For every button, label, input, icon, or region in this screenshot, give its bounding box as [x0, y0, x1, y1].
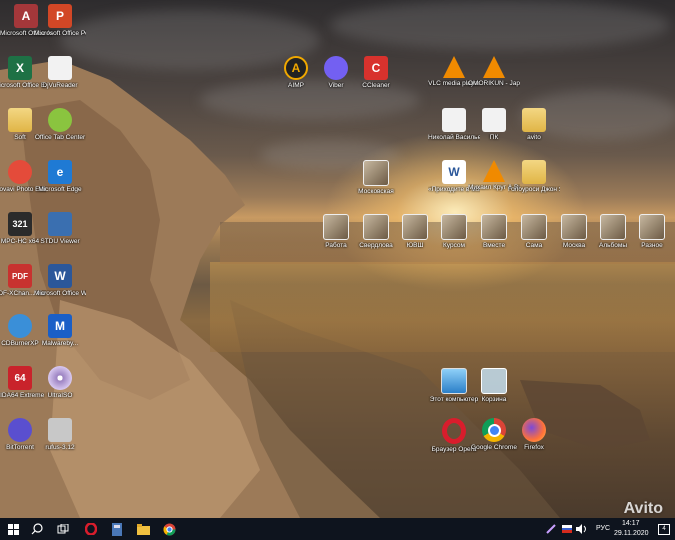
usb-icon: [48, 418, 72, 442]
desktop-icon[interactable]: Голоуроси Джон Ябл...: [508, 160, 560, 194]
mpc-icon: 321: [8, 212, 32, 236]
aimp-icon: A: [284, 56, 308, 80]
desktop-icon[interactable]: Office Tab Center: [34, 108, 86, 142]
desktop-icon[interactable]: Firefox: [508, 418, 560, 452]
document-icon: [482, 108, 506, 132]
photo-folder-icon: [600, 214, 626, 240]
cd-icon: [8, 314, 32, 338]
recycle-bin-icon: [481, 368, 507, 394]
viber-icon: [324, 56, 348, 80]
volume-icon[interactable]: [570, 518, 592, 540]
desktop-icon[interactable]: Корзина: [468, 368, 520, 404]
document-icon: [442, 108, 466, 132]
vlc-icon: [443, 56, 465, 78]
vlc-icon: [483, 160, 505, 182]
photo-folder-icon: [323, 214, 349, 240]
bittorrent-icon: [8, 418, 32, 442]
desktop-icon[interactable]: Московская: [350, 160, 402, 196]
photo-folder-icon: [441, 214, 467, 240]
edge-icon: e: [48, 160, 72, 184]
vlc-icon: [483, 56, 505, 78]
desktop-icon[interactable]: STDU Viewer: [34, 212, 86, 246]
desktop-icon[interactable]: avito: [508, 108, 560, 142]
firefox-icon: [522, 418, 546, 442]
opera-icon: [442, 418, 466, 444]
clock-date[interactable]: 29.11.2020: [614, 530, 649, 537]
desktop-icon[interactable]: M Malwareby...: [34, 314, 86, 348]
folder-icon: [8, 108, 32, 132]
aida-icon: 64: [8, 366, 32, 390]
photo-folder-icon: [481, 214, 507, 240]
notification-icon[interactable]: 4: [653, 518, 675, 540]
taskbar: РУС 14:17 29.11.2020 4: [0, 518, 675, 540]
stdu-icon: [48, 212, 72, 236]
task-view-icon[interactable]: [52, 518, 74, 540]
file-explorer-icon[interactable]: [132, 518, 154, 540]
calculator-icon[interactable]: [106, 518, 128, 540]
windows-start-icon[interactable]: [2, 518, 24, 540]
word-icon: W: [48, 264, 72, 288]
powerpoint-icon: P: [48, 4, 72, 28]
photo-folder-icon: [521, 214, 547, 240]
malwarebytes-icon: M: [48, 314, 72, 338]
notification-count: 4: [658, 523, 670, 535]
photo-folder-icon: [363, 214, 389, 240]
desktop-icon[interactable]: W Microsoft Office W...: [34, 264, 86, 298]
pdf-icon: PDF: [8, 264, 32, 288]
word-doc-icon: W: [442, 160, 466, 184]
photo-folder-icon: [561, 214, 587, 240]
desktop-icon[interactable]: e Microsoft Edge: [34, 160, 86, 194]
document-icon: [48, 56, 72, 80]
photo-folder-icon: [402, 214, 428, 240]
chrome-icon: [482, 418, 506, 442]
computer-icon: [441, 368, 467, 394]
desktop-icon[interactable]: UltraISO: [34, 366, 86, 400]
photo-folder-icon: [639, 214, 665, 240]
excel-icon: X: [8, 56, 32, 80]
desktop-icon[interactable]: rufus-3.12: [34, 418, 86, 452]
grassland: [210, 262, 675, 352]
clock-time[interactable]: 14:17: [622, 520, 640, 527]
desktop: A Microsoft Office Acce... P Microsoft O…: [0, 0, 675, 518]
desktop-icon[interactable]: Разное: [626, 214, 675, 250]
desktop-icon[interactable]: P Microsoft Office Po...: [34, 4, 86, 38]
language-indicator[interactable]: РУС: [596, 525, 610, 532]
desktop-icon[interactable]: DjVuReader: [34, 56, 86, 90]
ccleaner-icon: C: [364, 56, 388, 80]
avito-watermark: Avito: [623, 500, 663, 517]
desktop-icon[interactable]: OMORIKUN - Japan Girl ...: [468, 56, 520, 88]
folder-icon: [522, 160, 546, 184]
photo-folder-icon: [363, 160, 389, 186]
desktop-icon[interactable]: C CCleaner: [350, 56, 402, 90]
disc-icon: [48, 366, 72, 390]
opera-icon[interactable]: [80, 518, 102, 540]
search-icon[interactable]: [26, 518, 48, 540]
movavi-icon: [8, 160, 32, 184]
office-tab-icon: [48, 108, 72, 132]
chrome-icon[interactable]: [158, 518, 180, 540]
folder-icon: [522, 108, 546, 132]
